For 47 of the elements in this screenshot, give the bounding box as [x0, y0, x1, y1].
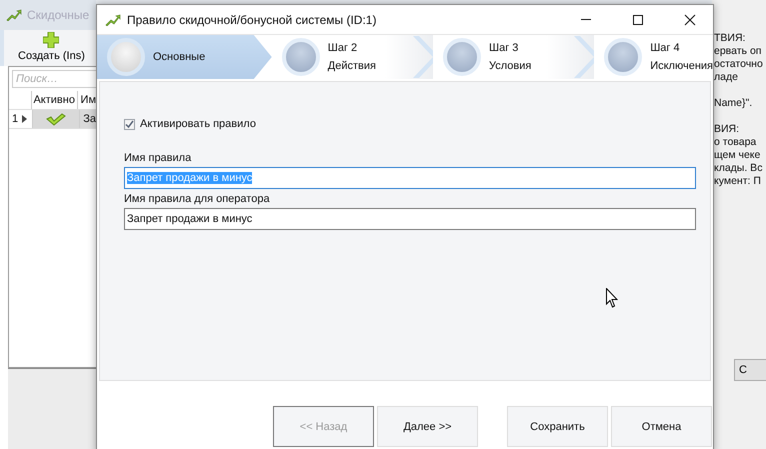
wizard-step[interactable]: Шаг 3 Условия — [433, 35, 594, 79]
step-name: Действия — [328, 60, 376, 72]
input-field[interactable]: Запрет продажи в минус — [124, 208, 696, 230]
minimize-icon — [581, 19, 591, 20]
details-text: щем чеке — [714, 149, 762, 162]
window-title: Скидочные — [27, 8, 90, 22]
step-name: Основные — [153, 51, 206, 63]
field-label: Имя правила — [124, 152, 192, 164]
plus-icon — [43, 32, 60, 48]
dialog-button[interactable]: Сохранить — [507, 406, 608, 447]
details-text: о товара — [714, 136, 758, 149]
step-name: Условия — [489, 60, 532, 72]
details-text: остаточно — [714, 58, 764, 71]
row-pointer-icon — [22, 115, 28, 123]
search-field[interactable]: Поиск… — [12, 70, 96, 88]
dialog-title: Правило скидочной/бонусной системы (ID:1) — [127, 12, 376, 26]
row-number: 1 — [12, 113, 18, 125]
field-label: Имя правила для оператора — [124, 193, 271, 205]
close-icon — [684, 14, 696, 26]
column-header: Им — [80, 94, 96, 106]
step-circle-icon — [604, 38, 642, 76]
details-text: ладе — [714, 71, 739, 84]
dialog-button[interactable]: Отмена — [611, 406, 712, 447]
mouse-cursor-icon — [606, 288, 618, 308]
activate-checkbox[interactable]: Активировать правило — [124, 118, 690, 130]
details-text: ВИЯ: — [714, 123, 740, 136]
step-circle-icon — [282, 38, 320, 76]
details-text: кумент: П — [714, 175, 762, 188]
side-button[interactable]: С — [734, 359, 766, 381]
step-circle-icon — [107, 38, 145, 76]
step-circle-icon — [443, 38, 481, 76]
arrow-icon — [6, 9, 22, 21]
maximize-icon — [632, 14, 644, 26]
table-cell: За — [80, 110, 96, 128]
dialog-button[interactable]: Далее >> — [377, 406, 478, 447]
step-number: Шаг 3 — [489, 42, 520, 54]
step-number: Шаг 2 — [328, 42, 358, 54]
step-number: Шаг 4 — [650, 42, 681, 54]
column-header: Активно — [32, 91, 78, 109]
step-name: Исключения — [650, 60, 714, 72]
arrow-icon — [105, 14, 121, 26]
details-text: ТВИЯ: — [714, 32, 746, 45]
wizard-step[interactable]: Шаг 4 Исключения — [594, 35, 714, 79]
details-text: клады. Вс — [714, 162, 764, 175]
wizard-step[interactable]: Основные — [97, 35, 272, 79]
details-text: Name}". — [714, 97, 754, 110]
details-text: ервать оп — [714, 45, 762, 58]
